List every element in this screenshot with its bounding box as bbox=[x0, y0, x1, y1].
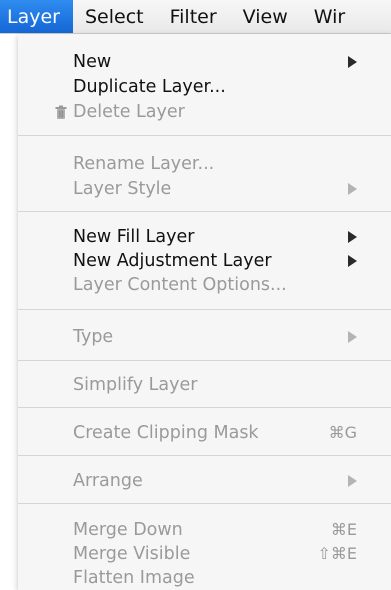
menu-separator bbox=[18, 135, 391, 136]
menu-item-label: Rename Layer... bbox=[73, 153, 215, 174]
menu-item-label: Layer Content Options... bbox=[73, 274, 287, 295]
menu-item-new-adjustment-layer[interactable]: New Adjustment Layer bbox=[18, 249, 391, 272]
menu-item-label: Create Clipping Mask bbox=[73, 422, 259, 443]
menubar-item-layer[interactable]: Layer bbox=[0, 0, 73, 33]
submenu-arrow-icon bbox=[348, 182, 357, 195]
menu-item-label: Flatten Image bbox=[73, 567, 195, 588]
menu-item-arrange[interactable]: Arrange bbox=[18, 469, 391, 492]
layer-menu: New Duplicate Layer... Delete Layer Rena… bbox=[18, 34, 391, 590]
menubar-item-filter[interactable]: Filter bbox=[158, 0, 231, 33]
submenu-arrow-icon bbox=[348, 230, 357, 243]
trash-icon bbox=[55, 105, 67, 119]
menu-item-layer-content-options[interactable]: Layer Content Options... bbox=[18, 273, 391, 296]
menu-item-create-clipping-mask[interactable]: Create Clipping Mask ⌘G bbox=[18, 421, 391, 444]
menu-item-merge-down[interactable]: Merge Down ⌘E bbox=[18, 518, 391, 541]
menu-bar: Layer Select Filter View Wir bbox=[0, 0, 391, 34]
menubar-item-window[interactable]: Wir bbox=[302, 0, 359, 33]
menubar-item-select[interactable]: Select bbox=[73, 0, 158, 33]
menu-item-new-fill-layer[interactable]: New Fill Layer bbox=[18, 225, 391, 248]
submenu-arrow-icon bbox=[348, 330, 357, 343]
menu-item-flatten-image[interactable]: Flatten Image bbox=[18, 566, 391, 589]
menu-item-label: Arrange bbox=[73, 470, 143, 491]
menu-item-label: New bbox=[73, 51, 112, 72]
menubar-item-view[interactable]: View bbox=[231, 0, 302, 33]
shortcut-label: ⇧⌘E bbox=[317, 544, 357, 563]
menu-separator bbox=[18, 503, 391, 504]
menu-item-new[interactable]: New bbox=[18, 50, 391, 73]
menu-item-label: Layer Style bbox=[73, 178, 172, 199]
shortcut-label: ⌘G bbox=[328, 423, 357, 442]
menu-item-delete-layer[interactable]: Delete Layer bbox=[18, 100, 391, 123]
menu-separator bbox=[18, 407, 391, 408]
submenu-arrow-icon bbox=[348, 254, 357, 267]
menu-separator bbox=[18, 455, 391, 456]
menu-item-type[interactable]: Type bbox=[18, 325, 391, 348]
menu-item-simplify-layer[interactable]: Simplify Layer bbox=[18, 373, 391, 396]
menu-item-label: New Fill Layer bbox=[73, 226, 195, 247]
submenu-arrow-icon bbox=[348, 55, 357, 68]
menu-item-label: Merge Down bbox=[73, 519, 183, 540]
submenu-arrow-icon bbox=[348, 474, 357, 487]
menu-item-label: Duplicate Layer... bbox=[73, 76, 226, 97]
menu-separator bbox=[18, 360, 391, 361]
menu-item-merge-visible[interactable]: Merge Visible ⇧⌘E bbox=[18, 542, 391, 565]
menu-item-layer-style[interactable]: Layer Style bbox=[18, 177, 391, 200]
menu-item-rename-layer[interactable]: Rename Layer... bbox=[18, 152, 391, 175]
menu-separator bbox=[18, 211, 391, 212]
menu-separator bbox=[18, 309, 391, 310]
menu-item-label: Merge Visible bbox=[73, 543, 191, 564]
menu-item-label: New Adjustment Layer bbox=[73, 250, 272, 271]
menu-item-label: Delete Layer bbox=[73, 101, 185, 122]
menu-item-label: Type bbox=[73, 326, 114, 347]
menu-item-duplicate-layer[interactable]: Duplicate Layer... bbox=[18, 75, 391, 98]
shortcut-label: ⌘E bbox=[330, 520, 357, 539]
menu-item-label: Simplify Layer bbox=[73, 374, 198, 395]
